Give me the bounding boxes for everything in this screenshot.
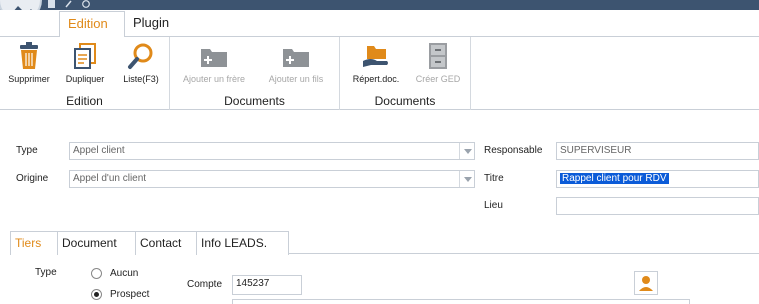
create-ged-button[interactable]: Créer GED [410, 41, 466, 84]
document-folder-label: Répert.doc. [352, 74, 400, 84]
create-ged-label: Créer GED [415, 74, 461, 84]
compte-field[interactable]: 145237 [232, 275, 302, 295]
quick-access-toolbar [48, 0, 90, 9]
chevron-down-icon[interactable] [459, 143, 474, 159]
compte-value: 145237 [236, 278, 270, 289]
group-title-edition: Edition [66, 94, 103, 108]
radio-aucun-label: Aucun [110, 268, 139, 279]
origine-value: Appel d'un client [73, 173, 147, 184]
tiers-name-field[interactable] [232, 299, 690, 304]
radio-aucun[interactable] [91, 268, 102, 279]
ribbon: Supprimer Dupliquer Liste(F3) Edition Aj… [0, 36, 759, 110]
contact-lookup-button[interactable] [634, 271, 658, 295]
origine-label: Origine [16, 173, 49, 184]
folder-add-icon [283, 49, 309, 67]
tab-edition[interactable]: Edition [59, 11, 125, 37]
type-select[interactable]: Appel client [69, 142, 475, 160]
chevron-down-icon[interactable] [459, 171, 474, 187]
origine-select[interactable]: Appel d'un client [69, 170, 475, 188]
document-folder-button[interactable]: Répert.doc. [346, 41, 406, 84]
save-icon[interactable] [48, 0, 55, 8]
type-value: Appel client [73, 145, 125, 156]
tab-contact[interactable]: Contact [135, 231, 197, 255]
tiers-type-label: Type [35, 267, 57, 278]
lieu-label: Lieu [484, 200, 503, 211]
duplicate-label: Dupliquer [65, 74, 105, 84]
tab-plugin[interactable]: Plugin [125, 11, 177, 37]
delete-label: Supprimer [8, 74, 50, 84]
titre-field[interactable]: Rappel client pour RDV [556, 170, 759, 188]
radio-prospect[interactable] [91, 289, 102, 300]
delete-button[interactable]: Supprimer [4, 41, 54, 84]
lieu-field[interactable] [556, 197, 759, 215]
responsable-label: Responsable [484, 145, 543, 156]
tab-info-leads[interactable]: Info LEADS. [196, 231, 289, 255]
add-sibling-label: Ajouter un frère [182, 74, 246, 84]
tab-document[interactable]: Document [57, 231, 136, 255]
radio-prospect-label: Prospect [110, 289, 150, 300]
tab-tiers[interactable]: Tiers [10, 231, 58, 255]
cabinet-icon [429, 43, 447, 69]
responsable-value: SUPERVISEUR [560, 145, 632, 156]
add-child-label: Ajouter un fils [268, 74, 324, 84]
ribbon-group-documents-1: Ajouter un frère Ajouter un fils Documen… [170, 37, 340, 110]
person-icon [639, 276, 653, 291]
duplicate-icon [74, 43, 96, 69]
tabs-divider [288, 253, 759, 254]
title-bar [0, 0, 759, 10]
add-sibling-button[interactable]: Ajouter un frère [176, 41, 252, 84]
titre-label: Titre [484, 173, 504, 184]
duplicate-button[interactable]: Dupliquer [60, 41, 110, 84]
compte-label: Compte [187, 279, 223, 290]
titre-value: Rappel client pour RDV [560, 173, 669, 184]
ribbon-group-edition: Supprimer Dupliquer Liste(F3) Edition [0, 37, 170, 110]
group-title-documents-1: Documents [224, 94, 285, 108]
search-icon [128, 43, 153, 69]
responsable-field[interactable]: SUPERVISEUR [556, 142, 759, 160]
ribbon-tabs: Edition Plugin [0, 10, 759, 37]
help-icon[interactable] [82, 0, 90, 8]
group-title-documents-2: Documents [374, 94, 436, 108]
type-label: Type [16, 145, 38, 156]
ribbon-group-documents-2: Répert.doc. Créer GED Documents [340, 37, 471, 110]
undo-icon[interactable] [65, 0, 72, 8]
list-label: Liste(F3) [123, 74, 159, 84]
folder-hand-icon [363, 46, 388, 67]
folder-add-icon [201, 49, 227, 67]
add-child-button[interactable]: Ajouter un fils [258, 41, 334, 84]
list-button[interactable]: Liste(F3) [116, 41, 166, 84]
trash-icon [20, 42, 38, 69]
